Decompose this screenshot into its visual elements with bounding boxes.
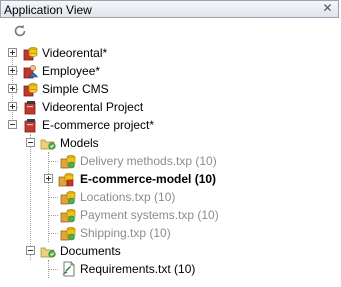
expand-icon[interactable] bbox=[8, 102, 17, 111]
panel-title: Application View bbox=[4, 3, 92, 17]
tree-item-label: Videorental Project bbox=[42, 100, 144, 114]
expand-icon[interactable] bbox=[8, 84, 17, 93]
model-icon bbox=[60, 225, 76, 241]
tree-item-videorental[interactable]: Videorental* bbox=[0, 44, 341, 62]
database-project-icon bbox=[22, 45, 38, 61]
tree-item-label: Shipping.txp (10) bbox=[80, 226, 171, 240]
tree-item-label: Delivery methods.txp (10) bbox=[80, 154, 217, 168]
refresh-icon[interactable] bbox=[12, 23, 28, 39]
model-icon bbox=[60, 189, 76, 205]
tree-item-delivery-methods[interactable]: Delivery methods.txp (10) bbox=[0, 152, 341, 170]
document-icon bbox=[60, 261, 76, 277]
tree-item-label: Locations.txp (10) bbox=[80, 190, 176, 204]
tree-item-label: Requirements.txt (10) bbox=[80, 262, 196, 276]
collapse-icon[interactable] bbox=[26, 246, 35, 255]
model-icon bbox=[58, 171, 74, 187]
tree-item-label: Employee* bbox=[42, 64, 101, 78]
toolbar bbox=[0, 18, 341, 44]
tree-item-label: E-commerce project* bbox=[42, 118, 155, 132]
tree-item-locations[interactable]: Locations.txp (10) bbox=[0, 188, 341, 206]
model-icon bbox=[60, 207, 76, 223]
model-icon bbox=[60, 153, 76, 169]
tree-item-payment-systems[interactable]: Payment systems.txp (10) bbox=[0, 206, 341, 224]
tree-item-label: Documents bbox=[60, 244, 121, 258]
tree-item-videorental-project[interactable]: Videorental Project bbox=[0, 98, 341, 116]
application-view-panel: Application View ✕ Videorental* Employee… bbox=[0, 0, 341, 287]
collapse-icon[interactable] bbox=[26, 138, 35, 147]
project-icon bbox=[22, 117, 38, 133]
panel-titlebar: Application View ✕ bbox=[0, 0, 339, 18]
folder-icon bbox=[40, 135, 56, 151]
tree-item-documents[interactable]: Documents bbox=[0, 242, 341, 260]
tree-item-ecommerce-project[interactable]: E-commerce project* bbox=[0, 116, 341, 134]
tree-item-ecommerce-model[interactable]: E-commerce-model (10) bbox=[0, 170, 341, 188]
expand-icon[interactable] bbox=[44, 174, 53, 183]
tree-item-label: E-commerce-model (10) bbox=[80, 172, 217, 186]
tree-item-label: Models bbox=[60, 136, 99, 150]
close-icon[interactable]: ✕ bbox=[321, 2, 334, 15]
folder-icon bbox=[40, 243, 56, 259]
tree-item-requirements[interactable]: Requirements.txt (10) bbox=[0, 260, 341, 278]
project-tree: Videorental* Employee* Simple CMS Videor… bbox=[0, 44, 341, 287]
project-icon bbox=[22, 99, 38, 115]
tree-item-employee[interactable]: Employee* bbox=[0, 62, 341, 80]
tree-item-simple-cms[interactable]: Simple CMS bbox=[0, 80, 341, 98]
user-project-icon bbox=[22, 63, 39, 79]
tree-item-label: Payment systems.txp (10) bbox=[80, 208, 219, 222]
collapse-icon[interactable] bbox=[8, 120, 17, 129]
tree-item-models[interactable]: Models bbox=[0, 134, 341, 152]
expand-icon[interactable] bbox=[8, 66, 17, 75]
database-project-icon bbox=[22, 81, 38, 97]
tree-item-label: Videorental* bbox=[42, 46, 108, 60]
tree-item-label: Simple CMS bbox=[42, 82, 109, 96]
tree-item-shipping[interactable]: Shipping.txp (10) bbox=[0, 224, 341, 242]
expand-icon[interactable] bbox=[8, 48, 17, 57]
